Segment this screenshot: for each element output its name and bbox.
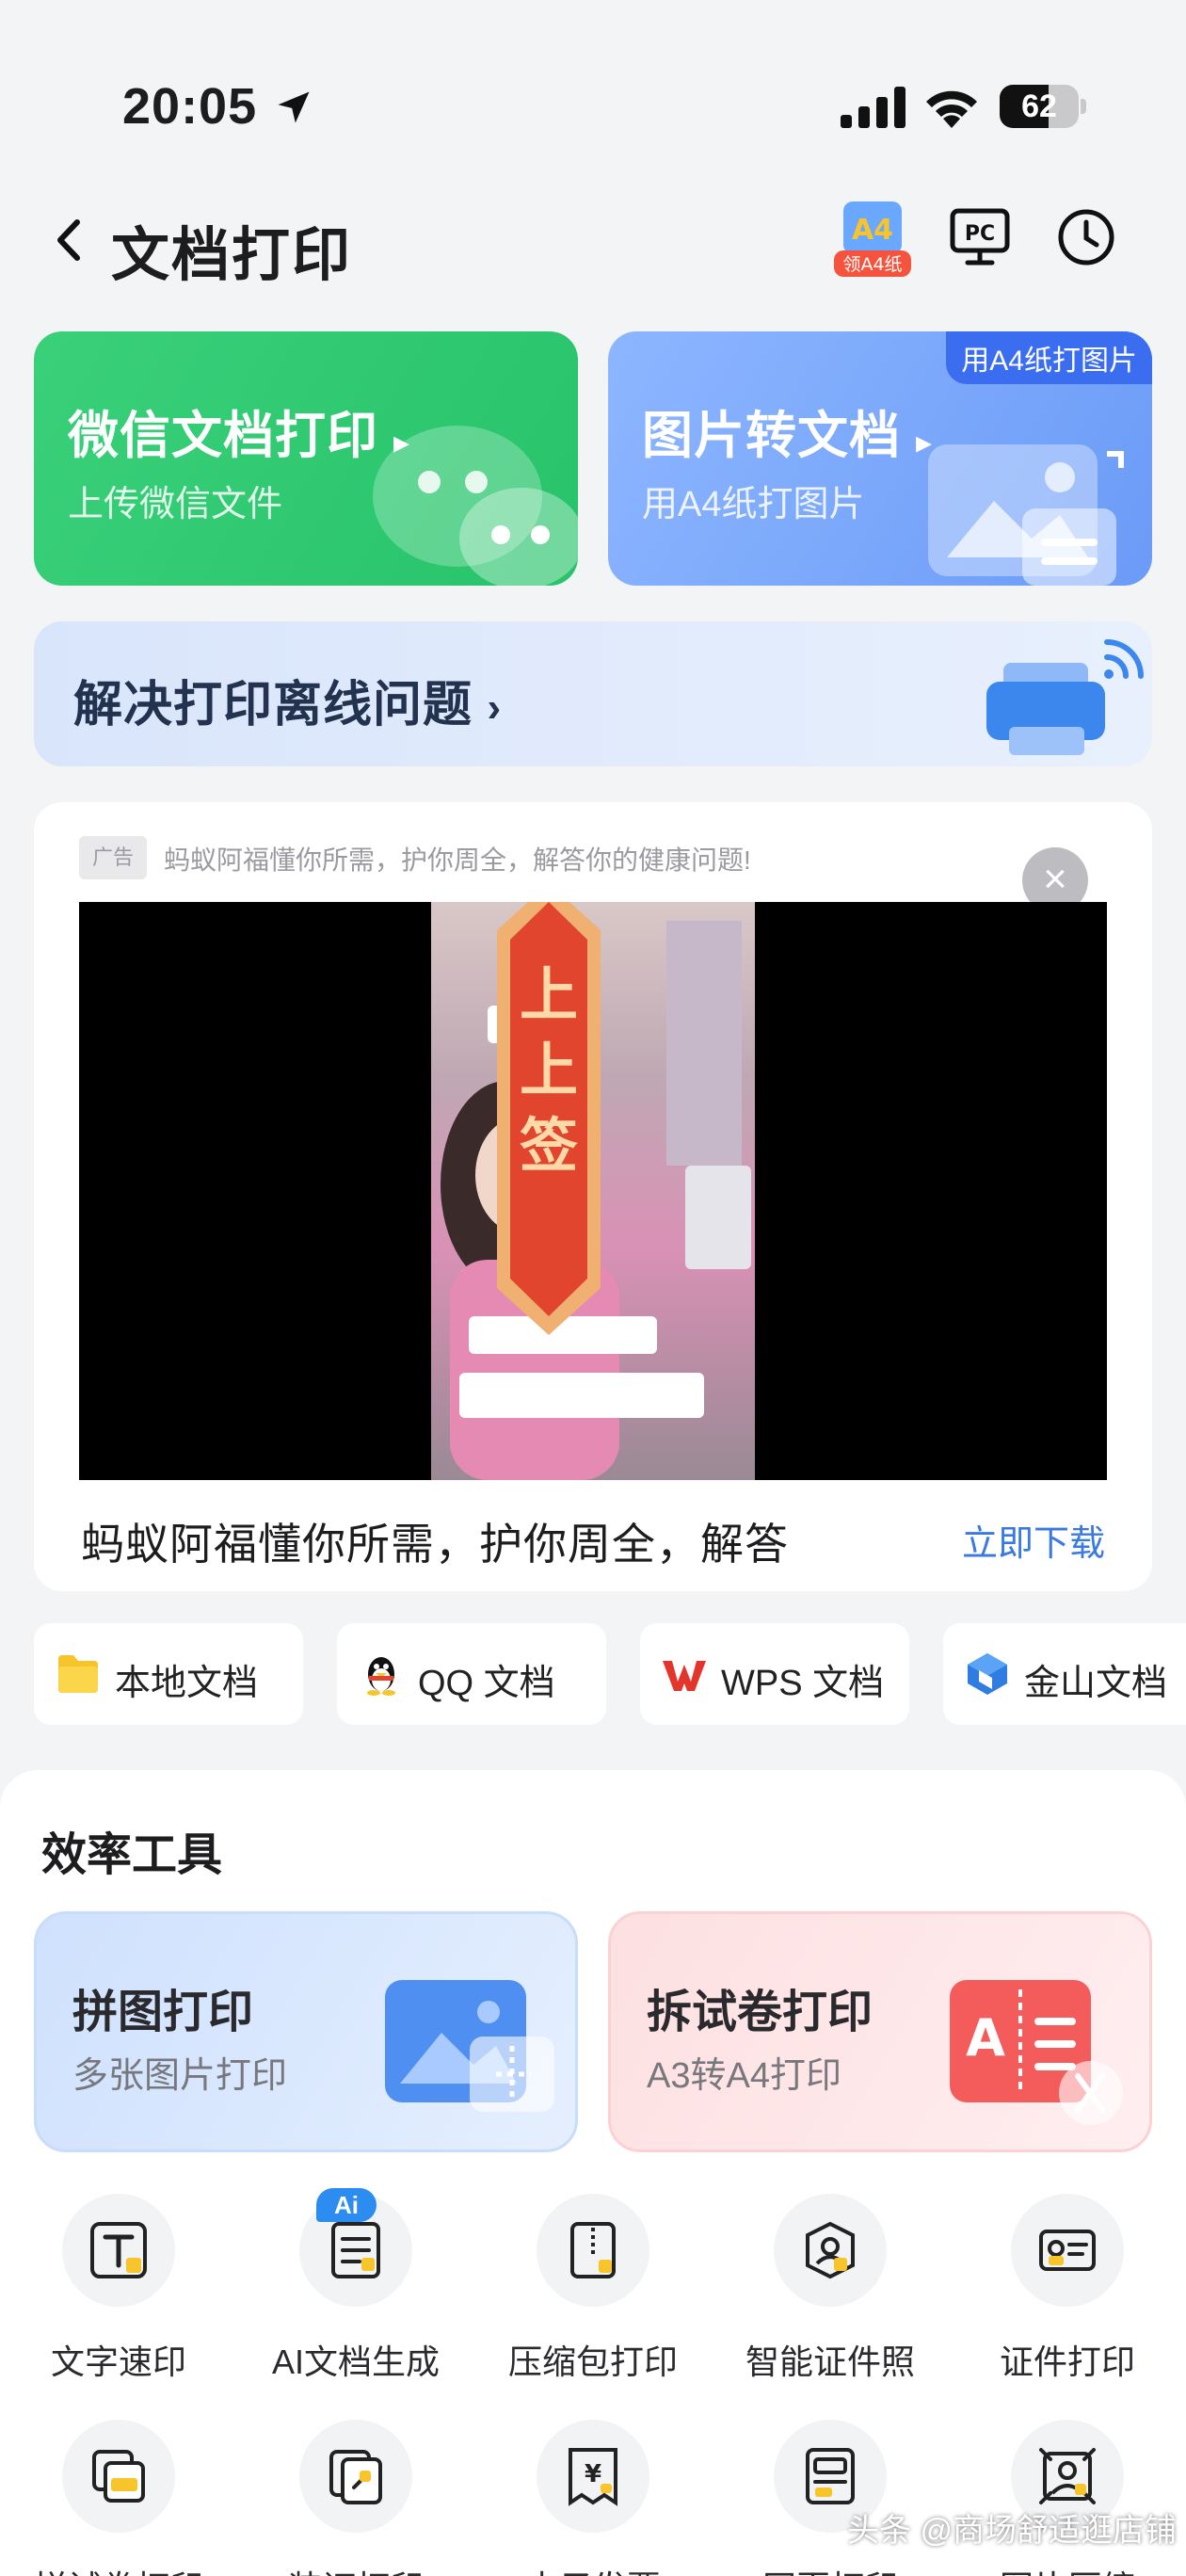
id-photo-icon (806, 2221, 855, 2279)
svg-text:上: 上 (520, 1036, 578, 1104)
tool-title: 拆试卷打印 (647, 1988, 873, 2037)
ad-card[interactable]: 广告 蚂蚁阿福懂你所需，护你周全，解答你的健康问题! × 上 上 签 蚂蚁阿福懂… (34, 802, 1152, 1591)
kingsoft-docs-icon (968, 1653, 1007, 1695)
tool-smart-id-photo[interactable]: 智能证件照 (712, 2194, 949, 2401)
card-badge: 用A4纸打图片 (946, 331, 1152, 384)
ai-document-icon (331, 2222, 380, 2278)
split-exam-icon: A (950, 1980, 1123, 2125)
card-title: 图片转文档 ▸ (642, 408, 934, 464)
svg-text:PC: PC (965, 222, 995, 246)
folder-icon (58, 1655, 98, 1693)
source-chip-qq[interactable]: QQ 文档 (337, 1623, 606, 1725)
puzzle-print-card[interactable]: 拼图打印 多张图片打印 (34, 1911, 578, 2152)
image-doc-icon (928, 444, 1124, 586)
pc-print-icon[interactable]: PC (949, 207, 1011, 267)
webpage-icon (806, 2448, 855, 2504)
card-subtitle: 上传微信文件 (68, 485, 283, 524)
puzzle-image-icon (385, 1980, 554, 2112)
battery-percent: 62 (1021, 89, 1057, 124)
tool-exam-combine[interactable]: 拼试卷打印 (0, 2420, 237, 2576)
efficiency-tools-panel: 效率工具 拼图打印 多张图片打印 拆试卷打印 A3转A4打印 A 文字速印 Ai… (0, 1770, 1186, 2576)
text-t-icon (90, 2222, 147, 2278)
a4-badge-label: 领A4纸 (842, 254, 902, 275)
cellular-signal-icon (841, 87, 906, 128)
ad-video[interactable]: 上 上 签 (79, 902, 1107, 1480)
invoice-yen-icon: ¥ (569, 2448, 617, 2506)
binding-icon (329, 2450, 382, 2504)
tool-binding-print[interactable]: 装订打印 (237, 2420, 474, 2576)
tool-e-invoice[interactable]: ¥ 电子发票 (474, 2420, 712, 2576)
tool-label: 网页打印 (712, 2561, 949, 2576)
chip-label: QQ 文档 (418, 1664, 555, 1703)
image-compress-icon (1039, 2448, 1096, 2504)
offline-help-label: 解决打印离线问题 › (73, 678, 503, 733)
card-subtitle: 用A4纸打图片 (642, 485, 865, 524)
status-time: 20:05 (122, 78, 258, 135)
location-arrow-icon (278, 91, 310, 123)
tool-webpage-print[interactable]: 网页打印 (712, 2420, 949, 2576)
printer-offline-help-banner[interactable]: 解决打印离线问题 › (34, 621, 1152, 766)
lucky-stick-overlay: 上 上 签 (497, 902, 601, 1335)
chip-label: 金山文档 (1024, 1664, 1168, 1703)
back-button[interactable] (43, 209, 96, 271)
source-chip-local[interactable]: 本地文档 (34, 1623, 303, 1725)
battery-indicator: 62 (1000, 85, 1086, 128)
tool-label: 拼试卷打印 (0, 2561, 237, 2576)
zip-file-icon (570, 2222, 616, 2278)
svg-text:签: 签 (520, 1111, 578, 1180)
svg-text:A: A (966, 2008, 1005, 2068)
card-title: 微信文档打印 ▸ (68, 408, 411, 464)
image-to-doc-card[interactable]: 用A4纸打图片 图片转文档 ▸ 用A4纸打图片 (608, 331, 1152, 586)
chip-label: WPS 文档 (721, 1664, 885, 1703)
tool-label: 图片压缩 (949, 2561, 1186, 2576)
ad-video-frame: 上 上 签 (431, 902, 755, 1480)
tool-label: 装订打印 (237, 2561, 474, 2576)
history-clock-icon[interactable] (1056, 207, 1116, 267)
ad-title: 蚂蚁阿福懂你所需，护你周全，解答 (81, 1520, 789, 1569)
a4-paper-icon: A4 领A4纸 (834, 201, 911, 277)
tool-id-print[interactable]: 证件打印 (949, 2194, 1186, 2401)
wechat-doc-print-card[interactable]: 微信文档打印 ▸ 上传微信文件 (34, 331, 578, 586)
qq-penguin-icon (367, 1657, 395, 1696)
tool-image-compress[interactable]: 图片压缩 (949, 2420, 1186, 2576)
tool-label: 智能证件照 (745, 2343, 915, 2381)
wps-icon (663, 1661, 706, 1691)
tool-label: 证件打印 (999, 2343, 1135, 2381)
tool-subtitle: 多张图片打印 (72, 2056, 288, 2096)
wifi-icon (926, 90, 977, 128)
section-title: 效率工具 (41, 1830, 223, 1880)
tool-zip-print[interactable]: 压缩包打印 (474, 2194, 712, 2401)
source-chip-wps[interactable]: WPS 文档 (640, 1623, 909, 1725)
ad-label: 广告 (79, 836, 147, 879)
ad-download-link[interactable]: 立即下载 (962, 1514, 1105, 1566)
tool-label: 文字速印 (50, 2343, 186, 2381)
tool-ai-doc[interactable]: Ai AI文档生成 (237, 2188, 474, 2401)
watermark: 头条 @商场舒适逛店铺 (847, 2513, 1177, 2549)
exam-stack-icon (92, 2450, 145, 2503)
tool-label: 电子发票 (474, 2561, 712, 2576)
tool-label: 压缩包打印 (507, 2343, 678, 2381)
printer-icon (986, 639, 1144, 755)
a4-paper-reward-button[interactable]: A4 领A4纸 (830, 196, 915, 279)
id-card-icon (1039, 2230, 1096, 2271)
tool-text-quick-print[interactable]: 文字速印 (0, 2194, 237, 2401)
status-bar: 20:05 62 (0, 0, 1186, 188)
tool-title: 拼图打印 (72, 1988, 254, 2037)
split-exam-print-card[interactable]: 拆试卷打印 A3转A4打印 A (608, 1911, 1152, 2152)
ad-description: 蚂蚁阿福懂你所需，护你周全，解答你的健康问题! (164, 845, 751, 875)
svg-text:A4: A4 (852, 214, 893, 247)
source-chip-kingsoft[interactable]: 金山文档 (943, 1623, 1186, 1725)
nav-bar: 文档打印 A4 领A4纸 PC (0, 188, 1186, 292)
svg-text:上: 上 (520, 960, 578, 1029)
chip-label: 本地文档 (115, 1664, 259, 1703)
ai-badge: Ai (316, 2188, 377, 2222)
tool-subtitle: A3转A4打印 (647, 2056, 841, 2096)
tool-label: AI文档生成 (271, 2343, 440, 2381)
svg-text:¥: ¥ (585, 2460, 601, 2488)
page-title: 文档打印 (111, 223, 353, 288)
